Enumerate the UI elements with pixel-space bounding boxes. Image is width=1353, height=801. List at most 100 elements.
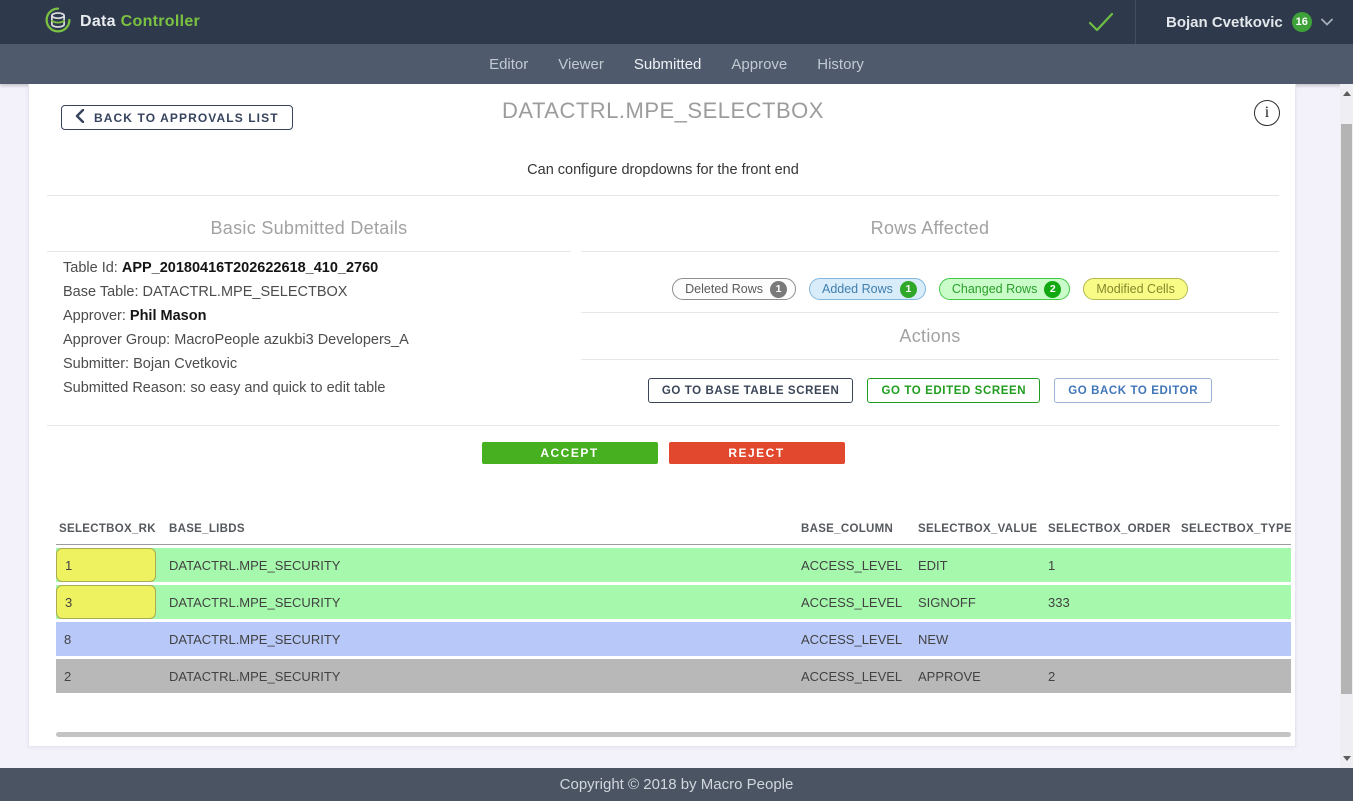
cell-selectbox-value: APPROVE bbox=[918, 669, 1048, 684]
field-value: APP_20180416T202622618_410_2760 bbox=[122, 260, 378, 276]
app-title: Data Controller bbox=[80, 13, 200, 31]
detail-field-approver-group: Approver Group: MacroPeople azukbi3 Deve… bbox=[63, 328, 571, 352]
page-subtitle: Can configure dropdowns for the front en… bbox=[29, 162, 1297, 178]
approval-grid: SELECTBOX_RK BASE_LIBDS BASE_COLUMN SELE… bbox=[56, 509, 1291, 696]
cell-selectbox-order: 333 bbox=[1048, 595, 1181, 610]
table-row: 3 DATACTRL.MPE_SECURITY ACCESS_LEVEL SIG… bbox=[56, 585, 1291, 619]
badge-count: 1 bbox=[770, 281, 787, 298]
cell-base-column: ACCESS_LEVEL bbox=[801, 632, 918, 647]
badge-label: Modified Cells bbox=[1096, 282, 1175, 296]
cell-selectbox-rk: 1 bbox=[56, 548, 169, 582]
divider bbox=[581, 312, 1279, 313]
changed-rows-badge[interactable]: Changed Rows 2 bbox=[939, 278, 1070, 300]
user-menu[interactable]: Bojan Cvetkovic 16 bbox=[1166, 0, 1333, 44]
table-row: 2 DATACTRL.MPE_SECURITY ACCESS_LEVEL APP… bbox=[56, 659, 1291, 693]
field-label: Submitter: bbox=[63, 356, 133, 372]
nav-item-approve[interactable]: Approve bbox=[731, 56, 787, 73]
column-header-base-libds: BASE_LIBDS bbox=[169, 523, 801, 535]
badge-count: 2 bbox=[1044, 281, 1061, 298]
cell-base-column: ACCESS_LEVEL bbox=[801, 558, 918, 573]
modified-cells-badge[interactable]: Modified Cells bbox=[1083, 278, 1188, 300]
main-nav: Editor Viewer Submitted Approve History bbox=[0, 44, 1353, 84]
actions-heading: Actions bbox=[581, 326, 1279, 347]
field-value: so easy and quick to edit table bbox=[190, 380, 385, 396]
scroll-thumb[interactable] bbox=[1341, 124, 1352, 694]
app-header: Data Controller Bojan Cvetkovic 16 bbox=[0, 0, 1353, 44]
table-row: 1 DATACTRL.MPE_SECURITY ACCESS_LEVEL EDI… bbox=[56, 548, 1291, 582]
column-header-base-column: BASE_COLUMN bbox=[801, 523, 918, 535]
modified-cell: 1 bbox=[56, 548, 156, 582]
grid-header-row: SELECTBOX_RK BASE_LIBDS BASE_COLUMN SELE… bbox=[56, 509, 1291, 545]
badge-count: 1 bbox=[900, 281, 917, 298]
modified-cell: 3 bbox=[56, 585, 156, 619]
chevron-down-icon bbox=[1321, 13, 1333, 31]
notification-count-badge: 16 bbox=[1292, 12, 1312, 32]
app-logo[interactable]: Data Controller bbox=[44, 7, 200, 37]
cell-selectbox-order: 2 bbox=[1048, 669, 1181, 684]
detail-field-base-table: Base Table: DATACTRL.MPE_SELECTBOX bbox=[63, 280, 571, 304]
scroll-up-button[interactable] bbox=[1340, 87, 1353, 100]
reject-button[interactable]: REJECT bbox=[669, 442, 845, 464]
cell-selectbox-rk: 8 bbox=[56, 622, 169, 656]
arrow-up-icon bbox=[1343, 91, 1351, 96]
database-logo-icon bbox=[44, 6, 72, 39]
added-rows-badge[interactable]: Added Rows 1 bbox=[809, 278, 926, 300]
badge-label: Added Rows bbox=[822, 282, 893, 296]
detail-field-approver: Approver: Phil Mason bbox=[63, 304, 571, 328]
cell-selectbox-rk: 3 bbox=[56, 585, 169, 619]
divider bbox=[581, 359, 1279, 360]
grid-body: 1 DATACTRL.MPE_SECURITY ACCESS_LEVEL EDI… bbox=[56, 548, 1291, 693]
nav-item-viewer[interactable]: Viewer bbox=[558, 56, 604, 73]
scroll-down-button[interactable] bbox=[1340, 752, 1353, 765]
go-back-to-editor-button[interactable]: GO BACK TO EDITOR bbox=[1054, 378, 1212, 403]
divider bbox=[47, 425, 1279, 426]
field-value: Phil Mason bbox=[130, 308, 207, 324]
column-header-selectbox-type: SELECTBOX_TYPE bbox=[1181, 523, 1291, 535]
divider bbox=[47, 195, 1279, 196]
rows-affected-heading: Rows Affected bbox=[581, 218, 1279, 239]
nav-item-submitted[interactable]: Submitted bbox=[634, 56, 702, 73]
cell-selectbox-order: 1 bbox=[1048, 558, 1181, 573]
info-button[interactable]: i bbox=[1254, 100, 1280, 126]
grid-horizontal-scrollbar[interactable] bbox=[56, 732, 1291, 737]
field-label: Submitted Reason: bbox=[63, 380, 190, 396]
go-to-base-table-button[interactable]: GO TO BASE TABLE SCREEN bbox=[648, 378, 854, 403]
table-row: 8 DATACTRL.MPE_SECURITY ACCESS_LEVEL NEW bbox=[56, 622, 1291, 656]
field-label: Approver Group: bbox=[63, 332, 174, 348]
header-divider bbox=[1135, 0, 1136, 44]
approval-detail-card: BACK TO APPROVALS LIST DATACTRL.MPE_SELE… bbox=[28, 84, 1296, 747]
column-header-selectbox-rk: SELECTBOX_RK bbox=[56, 523, 169, 535]
detail-field-submitter: Submitter: Bojan Cvetkovic bbox=[63, 352, 571, 376]
user-name: Bojan Cvetkovic bbox=[1166, 14, 1283, 31]
badge-label: Deleted Rows bbox=[685, 282, 763, 296]
column-header-selectbox-order: SELECTBOX_ORDER bbox=[1048, 523, 1181, 535]
cell-selectbox-rk: 2 bbox=[56, 659, 169, 693]
cell-base-libds: DATACTRL.MPE_SECURITY bbox=[169, 632, 801, 647]
cell-base-libds: DATACTRL.MPE_SECURITY bbox=[169, 558, 801, 573]
go-to-edited-screen-button[interactable]: GO TO EDITED SCREEN bbox=[867, 378, 1040, 403]
deleted-rows-badge[interactable]: Deleted Rows 1 bbox=[672, 278, 796, 300]
cell-base-column: ACCESS_LEVEL bbox=[801, 595, 918, 610]
basic-submitted-details: Table Id: APP_20180416T202622618_410_276… bbox=[63, 256, 571, 400]
cell-base-libds: DATACTRL.MPE_SECURITY bbox=[169, 595, 801, 610]
field-value: DATACTRL.MPE_SELECTBOX bbox=[143, 284, 348, 300]
page-footer: Copyright © 2018 by Macro People bbox=[0, 768, 1353, 801]
cell-selectbox-value: NEW bbox=[918, 632, 1048, 647]
nav-item-editor[interactable]: Editor bbox=[489, 56, 528, 73]
info-icon: i bbox=[1265, 105, 1269, 121]
copyright-text: Copyright © 2018 by Macro People bbox=[560, 776, 794, 793]
cell-base-column: ACCESS_LEVEL bbox=[801, 669, 918, 684]
page-scrollbar[interactable] bbox=[1340, 84, 1353, 768]
cell-selectbox-value: EDIT bbox=[918, 558, 1048, 573]
nav-item-history[interactable]: History bbox=[817, 56, 864, 73]
decision-buttons: ACCEPT REJECT bbox=[29, 442, 1297, 464]
details-heading: Basic Submitted Details bbox=[47, 218, 571, 239]
divider bbox=[581, 251, 1279, 252]
accept-button[interactable]: ACCEPT bbox=[482, 442, 658, 464]
detail-field-submitted-reason: Submitted Reason: so easy and quick to e… bbox=[63, 376, 571, 400]
divider bbox=[47, 251, 571, 252]
field-value: Bojan Cvetkovic bbox=[133, 356, 237, 372]
detail-field-table-id: Table Id: APP_20180416T202622618_410_276… bbox=[63, 256, 571, 280]
badge-label: Changed Rows bbox=[952, 282, 1037, 296]
action-buttons: GO TO BASE TABLE SCREEN GO TO EDITED SCR… bbox=[581, 378, 1279, 403]
